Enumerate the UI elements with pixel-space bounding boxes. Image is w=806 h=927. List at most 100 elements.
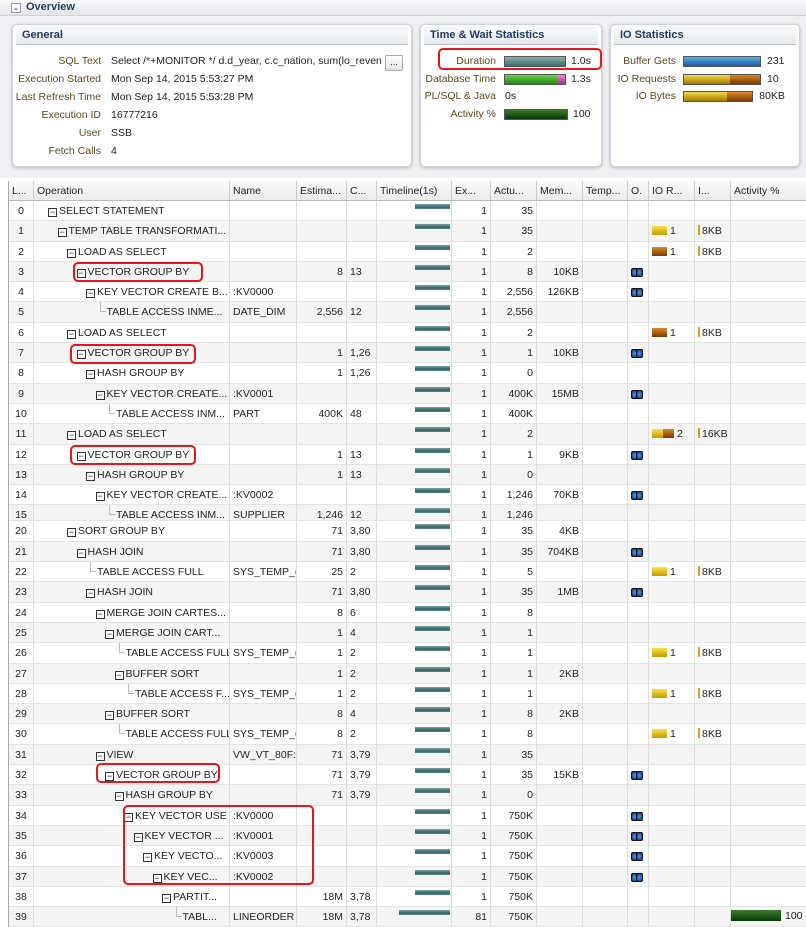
table-row[interactable]: 14 − KEY VECTOR CREATE...:KV0002 1 1,246 70KB — [9, 485, 806, 506]
binoculars-icon[interactable] — [631, 850, 643, 862]
timeline-cell — [377, 825, 452, 846]
binoculars-icon[interactable] — [631, 347, 643, 359]
binoculars-icon[interactable] — [631, 449, 643, 460]
column-header-memory[interactable]: Mem... — [537, 181, 583, 200]
collapse-node-icon[interactable]: − — [48, 208, 57, 217]
timeline-cell — [377, 663, 452, 683]
table-row[interactable]: 6− LOAD AS SELECT 1 2 1 8KB — [9, 322, 806, 344]
table-row[interactable]: 13− HASH GROUP BY 1 13 1 0 — [9, 464, 806, 486]
binoculars-icon[interactable] — [631, 388, 643, 399]
collapse-node-icon[interactable]: − — [67, 431, 76, 441]
collapse-chevron-icon[interactable]: ⌄ — [11, 3, 21, 13]
binoculars-icon[interactable] — [631, 871, 643, 882]
table-row[interactable]: 9 − KEY VECTOR CREATE...:KV0001 1 400K 15MB — [9, 383, 806, 404]
column-header-executions[interactable]: Ex... — [452, 181, 491, 200]
table-row[interactable]: 8− HASH GROUP BY 1 1,26 1 0 — [9, 363, 806, 384]
cost: 1,26 — [347, 343, 377, 363]
column-header-operation[interactable]: Operation — [34, 181, 230, 200]
collapse-node-icon[interactable]: − — [114, 670, 124, 680]
table-row[interactable]: 0 − SELECT STATEMENT 1 35 — [9, 201, 806, 222]
column-header-line[interactable]: L... — [9, 181, 34, 200]
table-row[interactable]: 24− MERGE JOIN CARTES... 8 6 1 8 — [9, 602, 806, 623]
collapse-node-icon[interactable]: − — [95, 390, 105, 400]
executions: 1 — [452, 622, 491, 643]
table-row[interactable]: 26 TABLE ACCESS FULL SYS_TEMP_(1 2 1 1 1 8KB — [9, 643, 806, 664]
actual-rows: 8 — [491, 261, 537, 282]
column-header-io-requests[interactable]: IO R... — [649, 181, 695, 200]
table-row[interactable]: 15 TABLE ACCESS INM... SUPPLIER 1,246 12 1 1,2… — [9, 505, 806, 522]
table-row[interactable]: 5 TABLE ACCESS INME... DATE_DIM 2,556 12 1 2,5… — [9, 302, 806, 323]
binoculars-icon[interactable] — [631, 830, 643, 841]
collapse-node-icon[interactable]: − — [76, 548, 86, 558]
collapse-node-icon[interactable]: − — [162, 893, 171, 903]
table-row[interactable]: 1− TEMP TABLE TRANSFORMATI... 1 35 1 8KB — [9, 221, 806, 242]
binoculars-icon[interactable] — [631, 286, 643, 298]
table-row[interactable]: 31 − VIEW VW_VT_80F: 71 3,79 1 35 — [9, 744, 806, 766]
table-row[interactable]: 4 − KEY VECTOR CREATE B...:KV0000 1 2,556 126… — [9, 282, 806, 303]
table-row[interactable]: 27− BUFFER SORT 1 2 1 1 2KB — [9, 663, 806, 684]
collapse-node-icon[interactable]: − — [105, 629, 114, 639]
table-row[interactable]: 38 − PARTIT... 18M 3,78 1 750K — [9, 886, 806, 908]
table-row[interactable]: 30 TABLE ACCESS FULL SYS_TEMP_(8 2 1 8 1 8KB — [9, 724, 806, 745]
binoculars-icon[interactable] — [631, 769, 643, 781]
table-row[interactable]: 11− LOAD AS SELECT 1 2 2 16KB — [9, 424, 806, 445]
column-header-temp[interactable]: Temp... — [583, 181, 628, 200]
operation-cell: − PARTIT... — [34, 886, 230, 907]
collapse-node-icon[interactable]: − — [114, 792, 124, 802]
binoculars-icon[interactable] — [631, 810, 643, 821]
table-row[interactable]: 2− LOAD AS SELECT 1 2 1 8KB — [9, 241, 806, 262]
executions: 1 — [452, 805, 491, 825]
table-row[interactable]: 29− BUFFER SORT 8 4 1 8 2KB — [9, 704, 806, 725]
estimated-rows: 8 — [297, 704, 347, 724]
io-bytes-value: 8KB — [702, 647, 722, 660]
temp — [583, 846, 628, 866]
table-row[interactable]: 25− MERGE JOIN CART... 1 4 1 1 — [9, 622, 806, 644]
column-header-name[interactable]: Name — [230, 181, 297, 200]
table-row[interactable]: 10 TABLE ACCESS INM... PART 400K 48 1 400K — [9, 403, 806, 425]
column-header-actual-rows[interactable]: Actu... — [491, 181, 537, 200]
cost — [347, 383, 377, 403]
collapse-node-icon[interactable]: − — [67, 528, 76, 538]
activity-cell: 100 — [731, 907, 806, 926]
collapse-node-icon[interactable]: − — [105, 711, 114, 721]
collapse-node-icon[interactable]: − — [95, 751, 105, 761]
io-bar-write-segment — [729, 74, 760, 84]
collapse-node-icon[interactable]: − — [86, 370, 95, 380]
table-row[interactable]: 21 − HASH JOIN 71 3,80 1 35 704KB — [9, 541, 806, 563]
binoculars-icon[interactable] — [631, 266, 643, 277]
table-row[interactable]: 20 − SORT GROUP BY 71 3,80 1 35 4KB — [9, 521, 806, 542]
collapse-node-icon[interactable]: − — [86, 471, 95, 481]
executions: 1 — [452, 562, 491, 582]
memory — [537, 785, 583, 805]
column-header-estimated-rows[interactable]: Estima... — [297, 181, 347, 200]
column-header-other[interactable]: O. — [628, 181, 649, 200]
table-row[interactable]: 22 TABLE ACCESS FULL SYS_TEMP_(25 2 1 5 1 8KB — [9, 562, 806, 583]
sql-text-more-button[interactable]: ... — [385, 55, 403, 71]
memory — [537, 866, 583, 886]
table-row[interactable]: 33 − HASH GROUP BY 71 3,79 1 0 — [9, 785, 806, 806]
table-row[interactable]: 23 − HASH JOIN 71 3,80 1 35 1MB — [9, 582, 806, 603]
io-read-bar — [652, 567, 667, 577]
table-row[interactable]: 39 TABL... LINEORDER 18M 3,78 81 750K 100 — [9, 907, 806, 927]
collapse-node-icon[interactable]: − — [57, 228, 67, 238]
column-header-io-bytes[interactable]: I... — [695, 181, 731, 200]
operation-label-wrap: − SELECT STATEMENT — [48, 205, 165, 217]
collapse-node-icon[interactable]: − — [86, 589, 95, 599]
io-requests-cell — [649, 622, 695, 643]
table-row[interactable]: 28 TABLE ACCESS F... SYS_TEMP_(1 2 1 1 1 8KB — [9, 683, 806, 705]
collapse-node-icon[interactable]: − — [95, 609, 105, 619]
collapse-node-icon[interactable]: − — [95, 492, 105, 502]
collapse-node-icon[interactable]: − — [67, 329, 76, 339]
collapse-node-icon[interactable]: − — [86, 289, 95, 299]
overview-header[interactable]: ⌄ Overview — [0, 0, 806, 16]
column-header-activity[interactable]: Activity % — [731, 181, 806, 200]
binoculars-icon[interactable] — [631, 586, 643, 598]
timeline-cell — [377, 282, 452, 302]
binoculars-icon[interactable] — [631, 546, 643, 557]
column-header-timeline[interactable]: Timeline(1s) — [377, 181, 452, 200]
column-header-cost[interactable]: C... — [347, 181, 377, 200]
collapse-node-icon[interactable]: − — [67, 248, 76, 258]
binoculars-icon[interactable] — [631, 489, 643, 501]
temp — [583, 744, 628, 765]
timeline-bar — [415, 366, 450, 372]
